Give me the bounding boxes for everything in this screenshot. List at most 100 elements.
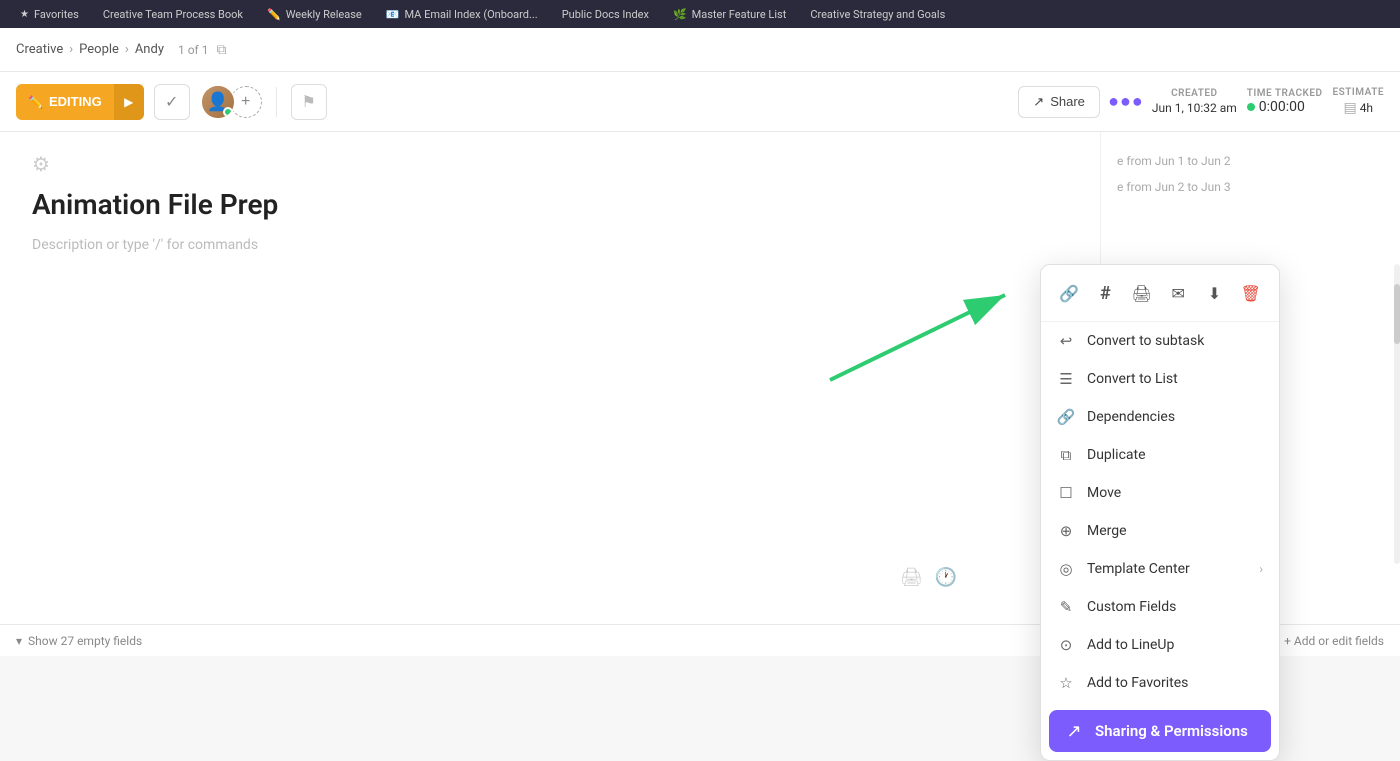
- convert-to-list-label: Convert to List: [1087, 371, 1263, 387]
- settings-icon[interactable]: ⚙: [32, 152, 1068, 176]
- email-menu-icon[interactable]: ✉: [1162, 277, 1194, 309]
- add-to-favorites-item[interactable]: ☆ Add to Favorites: [1041, 664, 1279, 702]
- tab-creative-strategy[interactable]: Creative Strategy and Goals: [798, 0, 957, 28]
- scrollbar-thumb: [1394, 284, 1400, 344]
- move-icon: ☐: [1057, 484, 1075, 502]
- merge-label: Merge: [1087, 523, 1263, 539]
- task-title[interactable]: Animation File Prep: [32, 188, 1068, 221]
- breadcrumb-bar: Creative › People › Andy 1 of 1 ⧉: [0, 28, 1400, 72]
- favorites-icon: ☆: [1057, 674, 1075, 692]
- editing-button[interactable]: ✏️ EDITING ▶: [16, 84, 144, 120]
- description-field[interactable]: Description or type '/' for commands: [32, 237, 1068, 253]
- dependencies-icon: 🔗: [1057, 408, 1075, 426]
- editing-arrow[interactable]: ▶: [114, 84, 144, 120]
- lineup-icon: ⊙: [1057, 636, 1075, 654]
- estimate-value: ▤ 4h: [1333, 100, 1384, 116]
- chevron-down-icon: ▾: [16, 634, 22, 648]
- time-tracked-block: TIME TRACKED 0:00:00: [1247, 88, 1323, 115]
- move-item[interactable]: ☐ Move: [1041, 474, 1279, 512]
- print-bottom-icon[interactable]: 🖨: [900, 567, 923, 588]
- sharing-icon: ↗: [1065, 722, 1083, 740]
- checkmark-button[interactable]: ✓: [154, 84, 190, 120]
- add-fields-button[interactable]: + Add or edit fields: [1284, 634, 1384, 648]
- scrollbar[interactable]: [1394, 264, 1400, 564]
- convert-to-list-item[interactable]: ☰ Convert to List: [1041, 360, 1279, 398]
- toolbar: ✏️ EDITING ▶ ✓ + ⚑ ↗ Share ●●● CREATED J…: [0, 72, 1400, 132]
- breadcrumb-count: 1 of 1: [178, 43, 208, 57]
- menu-icons-row: 🔗 # 🖨 ✉ ⬇ 🗑: [1041, 265, 1279, 322]
- created-value: Jun 1, 10:32 am: [1152, 101, 1237, 115]
- tab-creative-team[interactable]: Creative Team Process Book: [91, 0, 255, 28]
- breadcrumb: Creative › People › Andy 1 of 1: [16, 42, 208, 57]
- date-range-1: e from Jun 1 to Jun 2: [1117, 148, 1384, 174]
- status-dot: [223, 107, 233, 117]
- created-label: CREATED: [1152, 88, 1237, 99]
- tab-weekly-release[interactable]: ✏️ Weekly Release: [255, 0, 374, 28]
- checkmark-icon: ✓: [165, 92, 178, 112]
- bottom-toolbar: 🖨 🕐: [900, 567, 957, 588]
- print-menu-icon[interactable]: 🖨: [1126, 277, 1158, 309]
- download-menu-icon[interactable]: ⬇: [1198, 277, 1230, 309]
- dropdown-menu: 🔗 # 🖨 ✉ ⬇ 🗑 ↩ Convert to subtask ☰ Conve…: [1040, 264, 1280, 761]
- main-content: ⚙ Animation File Prep Description or typ…: [0, 132, 1400, 624]
- breadcrumb-andy[interactable]: Andy: [135, 42, 164, 57]
- duplicate-label: Duplicate: [1087, 447, 1263, 463]
- template-center-label: Template Center: [1087, 561, 1247, 577]
- timer-dot: [1247, 103, 1255, 111]
- time-tracked-label: TIME TRACKED: [1247, 88, 1323, 99]
- copy-link-icon[interactable]: ⧉: [216, 42, 226, 58]
- show-fields-button[interactable]: ▾ Show 27 empty fields: [16, 634, 142, 648]
- star-icon: ★: [20, 9, 29, 20]
- custom-fields-item[interactable]: ✎ Custom Fields: [1041, 588, 1279, 626]
- separator: [276, 87, 277, 117]
- estimate-label: ESTIMATE: [1333, 87, 1384, 98]
- arrow-pointer: [820, 280, 1030, 390]
- delete-menu-icon[interactable]: 🗑: [1235, 277, 1267, 309]
- flag-button[interactable]: ⚑: [291, 84, 327, 120]
- tab-ma-email[interactable]: 📧 MA Email Index (Onboard...: [374, 0, 550, 28]
- template-center-item[interactable]: ◎ Template Center ›: [1041, 550, 1279, 588]
- share-button[interactable]: ↗ Share: [1018, 86, 1100, 118]
- breadcrumb-people[interactable]: People: [79, 42, 119, 57]
- convert-to-subtask-label: Convert to subtask: [1087, 333, 1263, 349]
- hash-menu-icon[interactable]: #: [1089, 277, 1121, 309]
- convert-subtask-icon: ↩: [1057, 332, 1075, 350]
- sharing-permissions-label: Sharing & Permissions: [1095, 722, 1255, 740]
- duplicate-item[interactable]: ⧉ Duplicate: [1041, 436, 1279, 474]
- date-range-2: e from Jun 2 to Jun 3: [1117, 174, 1384, 200]
- dependencies-item[interactable]: 🔗 Dependencies: [1041, 398, 1279, 436]
- more-options-button[interactable]: ●●●: [1110, 86, 1142, 118]
- tab-public-docs[interactable]: Public Docs Index: [550, 0, 661, 28]
- convert-list-icon: ☰: [1057, 370, 1075, 388]
- convert-to-subtask-item[interactable]: ↩ Convert to subtask: [1041, 322, 1279, 360]
- template-icon: ◎: [1057, 560, 1075, 578]
- link-menu-icon[interactable]: 🔗: [1053, 277, 1085, 309]
- custom-fields-icon: ✎: [1057, 598, 1075, 616]
- avatar[interactable]: [200, 84, 236, 120]
- pencil-icon: ✏️: [28, 95, 43, 109]
- top-tab-bar: ★ Favorites Creative Team Process Book ✏…: [0, 0, 1400, 28]
- duplicate-icon: ⧉: [1057, 446, 1075, 464]
- merge-item[interactable]: ⊕ Merge: [1041, 512, 1279, 550]
- custom-fields-label: Custom Fields: [1087, 599, 1263, 615]
- time-tracked-value: 0:00:00: [1247, 99, 1323, 115]
- sharing-permissions-item[interactable]: ↗ Sharing & Permissions: [1049, 710, 1271, 752]
- estimate-block: ESTIMATE ▤ 4h: [1333, 87, 1384, 116]
- created-block: CREATED Jun 1, 10:32 am: [1152, 88, 1237, 115]
- move-label: Move: [1087, 485, 1263, 501]
- dots-icon: ●●●: [1108, 91, 1144, 112]
- avatar-group: +: [200, 84, 262, 120]
- share-icon: ↗: [1033, 94, 1044, 110]
- toolbar-right: ↗ Share ●●● CREATED Jun 1, 10:32 am TIME…: [1018, 86, 1384, 118]
- breadcrumb-creative[interactable]: Creative: [16, 42, 63, 57]
- merge-icon: ⊕: [1057, 522, 1075, 540]
- history-icon[interactable]: 🕐: [935, 567, 957, 588]
- flag-icon: ⚑: [302, 92, 316, 112]
- add-to-lineup-label: Add to LineUp: [1087, 637, 1263, 653]
- tab-favorites[interactable]: ★ Favorites: [8, 0, 91, 28]
- add-to-favorites-label: Add to Favorites: [1087, 675, 1263, 691]
- tab-master-feature[interactable]: 🌿 Master Feature List: [661, 0, 798, 28]
- template-center-arrow: ›: [1259, 562, 1263, 576]
- dependencies-label: Dependencies: [1087, 409, 1263, 425]
- add-to-lineup-item[interactable]: ⊙ Add to LineUp: [1041, 626, 1279, 664]
